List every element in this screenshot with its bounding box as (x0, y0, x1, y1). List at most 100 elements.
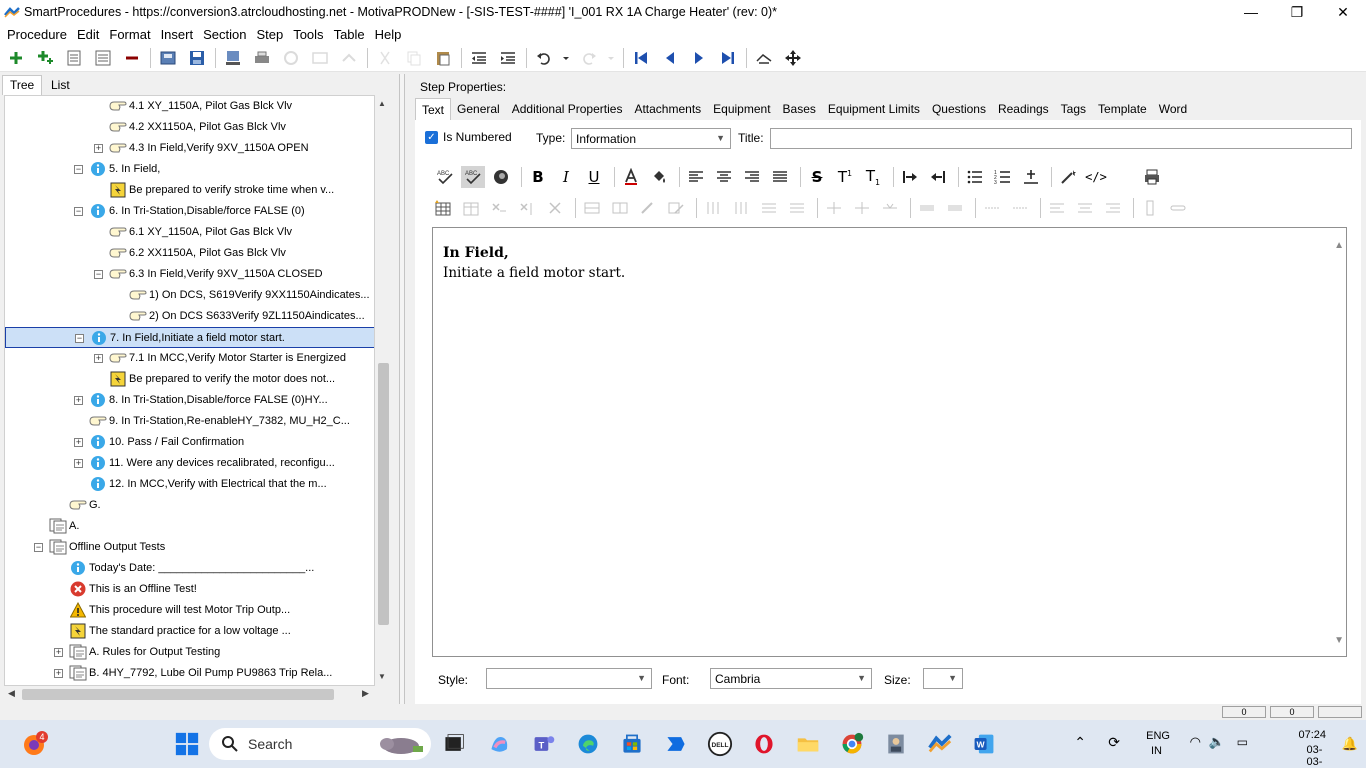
redo-icon[interactable] (577, 46, 601, 70)
firefox-icon[interactable]: 4 (20, 730, 48, 758)
tree-vertical-scrollbar[interactable]: ▲ ▼ (375, 95, 391, 686)
expand-icon[interactable]: + (94, 144, 103, 153)
scroll-down-icon[interactable]: ▼ (378, 672, 386, 681)
insert-line-icon[interactable] (1019, 166, 1043, 188)
cell-format-icon[interactable] (636, 197, 660, 219)
menu-step[interactable]: Step (251, 27, 288, 42)
tree-row[interactable]: +7.1 In MCC,Verify Motor Starter is Ener… (5, 348, 374, 369)
window-icon[interactable] (308, 46, 332, 70)
move-icon[interactable] (781, 46, 805, 70)
tree-row[interactable]: This is an Offline Test! (5, 579, 374, 600)
tree-row[interactable]: − 5. In Field, (5, 159, 374, 180)
collapse-icon[interactable]: − (74, 207, 83, 216)
redo-step-icon[interactable] (337, 46, 361, 70)
scroll-thumb[interactable] (378, 363, 389, 625)
tree-row[interactable]: 9. In Tri-Station,Re-enableHY_7382, MU_H… (5, 411, 374, 432)
save-icon[interactable] (185, 46, 209, 70)
merge-cells-icon[interactable] (580, 197, 604, 219)
menu-help[interactable]: Help (370, 27, 407, 42)
strikethrough-icon[interactable]: S (805, 166, 829, 188)
edge-icon[interactable] (574, 730, 602, 758)
superscript-icon[interactable]: T1 (833, 166, 857, 188)
source-code-icon[interactable]: </> (1084, 166, 1108, 188)
menu-section[interactable]: Section (198, 27, 251, 42)
scroll-right-icon[interactable]: ▶ (362, 688, 369, 699)
scroll-up-icon[interactable]: ▲ (378, 99, 386, 108)
tree-row[interactable]: − 6.3 In Field,Verify 9XV_1150A CLOSED (5, 264, 374, 285)
chevron-up-icon[interactable]: ⌃ (1074, 734, 1086, 751)
justify-icon[interactable] (768, 166, 792, 188)
wifi-icon[interactable]: ◠ (1190, 734, 1201, 750)
minimize-button[interactable]: — (1228, 0, 1274, 24)
collapse-icon[interactable]: − (34, 543, 43, 552)
split-table-icon[interactable] (878, 197, 902, 219)
subscript-icon[interactable]: T1 (861, 166, 885, 188)
type-select[interactable]: Information ▼ (571, 128, 731, 149)
h-scroll-thumb[interactable] (22, 689, 334, 700)
insert-row-below-icon[interactable] (785, 197, 809, 219)
checkmark-icon[interactable]: ✓ (425, 130, 438, 144)
copilot-icon[interactable] (486, 730, 514, 758)
store-icon[interactable] (618, 730, 646, 758)
tab-tags[interactable]: Tags (1055, 98, 1092, 120)
paste-icon[interactable] (431, 46, 455, 70)
power-automate-icon[interactable] (662, 730, 690, 758)
tab-attachments[interactable]: Attachments (628, 98, 707, 120)
copy-icon[interactable] (402, 46, 426, 70)
distribute-columns-icon[interactable] (1008, 197, 1032, 219)
print-preview-icon[interactable] (1140, 166, 1164, 188)
row-height-icon[interactable] (915, 197, 939, 219)
tree-row[interactable]: G. (5, 495, 374, 516)
redo-dropdown-icon[interactable] (606, 46, 616, 70)
task-view-icon[interactable] (440, 730, 468, 758)
add-icon[interactable] (4, 46, 28, 70)
size-select[interactable]: ▼ (923, 668, 963, 689)
step-text-editor[interactable]: In Field, Initiate a field motor start. … (432, 227, 1347, 657)
tree-row[interactable]: + A. Rules for Output Testing (5, 642, 374, 663)
cell-align-center-icon[interactable] (1073, 197, 1097, 219)
spell-check-icon[interactable]: ABC (433, 166, 457, 188)
editor-line-1[interactable]: In Field, (443, 245, 509, 261)
italic-icon[interactable]: I (554, 166, 578, 188)
expand-icon[interactable]: + (74, 438, 83, 447)
tree-row[interactable]: Be prepared to verify the motor does not… (5, 369, 374, 390)
find-icon[interactable] (752, 46, 776, 70)
tab-bases[interactable]: Bases (777, 98, 822, 120)
menu-procedure[interactable]: Procedure (2, 27, 72, 42)
tab-tree[interactable]: Tree (2, 75, 43, 95)
region-indicator[interactable]: IN (1151, 745, 1162, 757)
delete-table-icon[interactable] (543, 197, 567, 219)
style-select[interactable]: ▼ (486, 668, 652, 689)
tree-row[interactable]: − 7. In Field,Initiate a field motor star… (5, 327, 374, 348)
tree-row[interactable]: 4.2 XX1150A, Pilot Gas Blck Vlv (5, 117, 374, 138)
scroll-left-icon[interactable]: ◀ (8, 688, 15, 699)
insert-table-icon[interactable] (431, 197, 455, 219)
indent-icon[interactable] (496, 46, 520, 70)
next-icon[interactable] (687, 46, 711, 70)
numbered-list-icon[interactable]: 123 (991, 166, 1015, 188)
menu-edit[interactable]: Edit (72, 27, 104, 42)
spell-check-as-you-type-icon[interactable]: ABC (461, 166, 485, 188)
tab-equipment[interactable]: Equipment (707, 98, 776, 120)
delete-icon[interactable] (120, 46, 144, 70)
is-numbered-checkbox[interactable]: ✓ Is Numbered (425, 130, 512, 144)
smartprocedures-taskbar-icon[interactable] (926, 730, 954, 758)
tree-row[interactable]: Be prepared to verify stroke time when v… (5, 180, 374, 201)
collapse-icon[interactable]: − (75, 334, 84, 343)
tree-row[interactable]: 12. In MCC,Verify with Electrical that t… (5, 474, 374, 495)
tree-row[interactable]: The standard practice for a low voltage … (5, 621, 374, 642)
start-icon[interactable] (173, 730, 201, 758)
delete-column-icon[interactable] (515, 197, 539, 219)
dell-icon[interactable]: DELL (706, 730, 734, 758)
tree-horizontal-scrollbar[interactable]: ◀ ▶ (4, 686, 375, 702)
decrease-indent-icon[interactable] (926, 166, 950, 188)
tree-row[interactable]: +4.3 In Field,Verify 9XV_1150A OPEN (5, 138, 374, 159)
expand-icon[interactable]: + (54, 648, 63, 657)
highlight-icon[interactable] (647, 166, 671, 188)
tree-row[interactable]: 6.2 XX1150A, Pilot Gas Blck Vlv (5, 243, 374, 264)
increase-indent-icon[interactable] (898, 166, 922, 188)
app-manager-icon[interactable] (882, 730, 910, 758)
bold-icon[interactable]: B (526, 166, 550, 188)
network-settings-icon[interactable]: ⟳ (1108, 734, 1120, 751)
align-left-icon[interactable] (684, 166, 708, 188)
